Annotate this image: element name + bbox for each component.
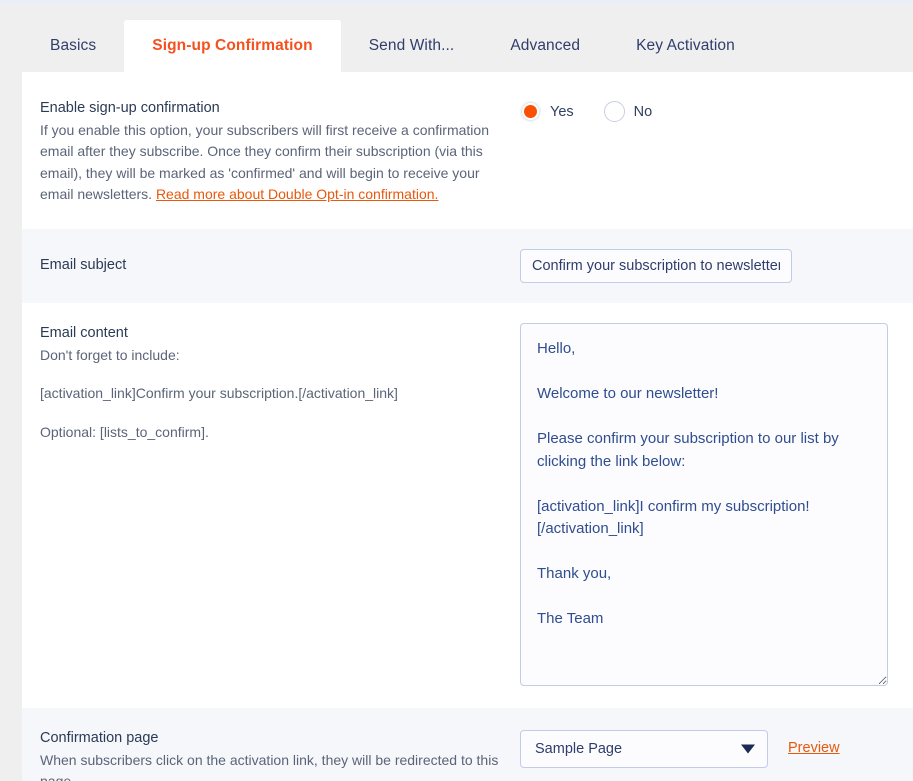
top-strip <box>0 0 913 3</box>
radio-yes-mark <box>520 101 541 122</box>
confirmation-page-select-value: Sample Page <box>535 741 622 757</box>
email-content-hint-2: [activation_link]Confirm your subscripti… <box>40 383 506 404</box>
tab-advanced-label: Advanced <box>510 37 580 55</box>
radio-yes-label: Yes <box>550 104 574 120</box>
confirmation-page-select-wrap: Sample Page <box>520 730 768 768</box>
confirmation-page-select[interactable]: Sample Page <box>520 730 768 768</box>
confirmation-page-right: Sample Page Preview <box>520 728 913 768</box>
confirmation-page-description: When subscribers click on the activation… <box>40 750 506 781</box>
section-email-subject: Email subject <box>22 229 913 303</box>
tab-send-with-label: Send With... <box>369 37 455 55</box>
radio-no-label: No <box>634 104 653 120</box>
email-subject-left: Email subject <box>40 255 520 277</box>
email-subject-right <box>520 249 913 283</box>
confirmation-page-title: Confirmation page <box>40 728 506 749</box>
tab-bar: Basics Sign-up Confirmation Send With...… <box>22 20 913 72</box>
enable-confirmation-radio-group: Yes No <box>520 98 652 122</box>
enable-confirmation-right: Yes No <box>520 98 913 122</box>
radio-option-no[interactable]: No <box>604 101 653 122</box>
email-content-description: Don't forget to include: [activation_lin… <box>40 345 506 443</box>
tab-advanced[interactable]: Advanced <box>482 20 608 72</box>
enable-confirmation-left: Enable sign-up confirmation If you enabl… <box>40 98 520 205</box>
settings-page: Basics Sign-up Confirmation Send With...… <box>0 0 913 781</box>
tab-send-with[interactable]: Send With... <box>341 20 483 72</box>
radio-option-yes[interactable]: Yes <box>520 101 574 122</box>
email-content-textarea[interactable]: Hello, Welcome to our newsletter! Please… <box>520 323 888 686</box>
section-confirmation-page: Confirmation page When subscribers click… <box>22 708 913 781</box>
email-content-title: Email content <box>40 323 506 344</box>
email-content-hint-3: Optional: [lists_to_confirm]. <box>40 422 506 443</box>
section-enable-confirmation: Enable sign-up confirmation If you enabl… <box>22 72 913 229</box>
tab-key-activation-label: Key Activation <box>636 37 735 55</box>
section-email-content: Email content Don't forget to include: [… <box>22 303 913 708</box>
tab-basics-label: Basics <box>50 37 96 55</box>
tab-signup-confirmation[interactable]: Sign-up Confirmation <box>124 20 340 72</box>
preview-link[interactable]: Preview <box>788 740 840 756</box>
email-content-left: Email content Don't forget to include: [… <box>40 323 520 443</box>
double-optin-read-more-link[interactable]: Read more about Double Opt-in confirmati… <box>156 186 438 202</box>
tab-basics[interactable]: Basics <box>22 20 124 72</box>
tab-key-activation[interactable]: Key Activation <box>608 20 763 72</box>
settings-panel: Enable sign-up confirmation If you enabl… <box>22 72 913 781</box>
confirmation-page-left: Confirmation page When subscribers click… <box>40 728 520 781</box>
tab-signup-confirmation-label: Sign-up Confirmation <box>152 37 312 55</box>
enable-confirmation-title: Enable sign-up confirmation <box>40 98 506 119</box>
radio-no-mark <box>604 101 625 122</box>
enable-confirmation-description: If you enable this option, your subscrib… <box>40 120 506 205</box>
email-content-hint-1: Don't forget to include: <box>40 345 506 366</box>
email-content-right: Hello, Welcome to our newsletter! Please… <box>520 323 913 686</box>
radio-yes-dot <box>524 105 537 118</box>
email-subject-title: Email subject <box>40 255 506 276</box>
email-subject-input[interactable] <box>520 249 792 283</box>
